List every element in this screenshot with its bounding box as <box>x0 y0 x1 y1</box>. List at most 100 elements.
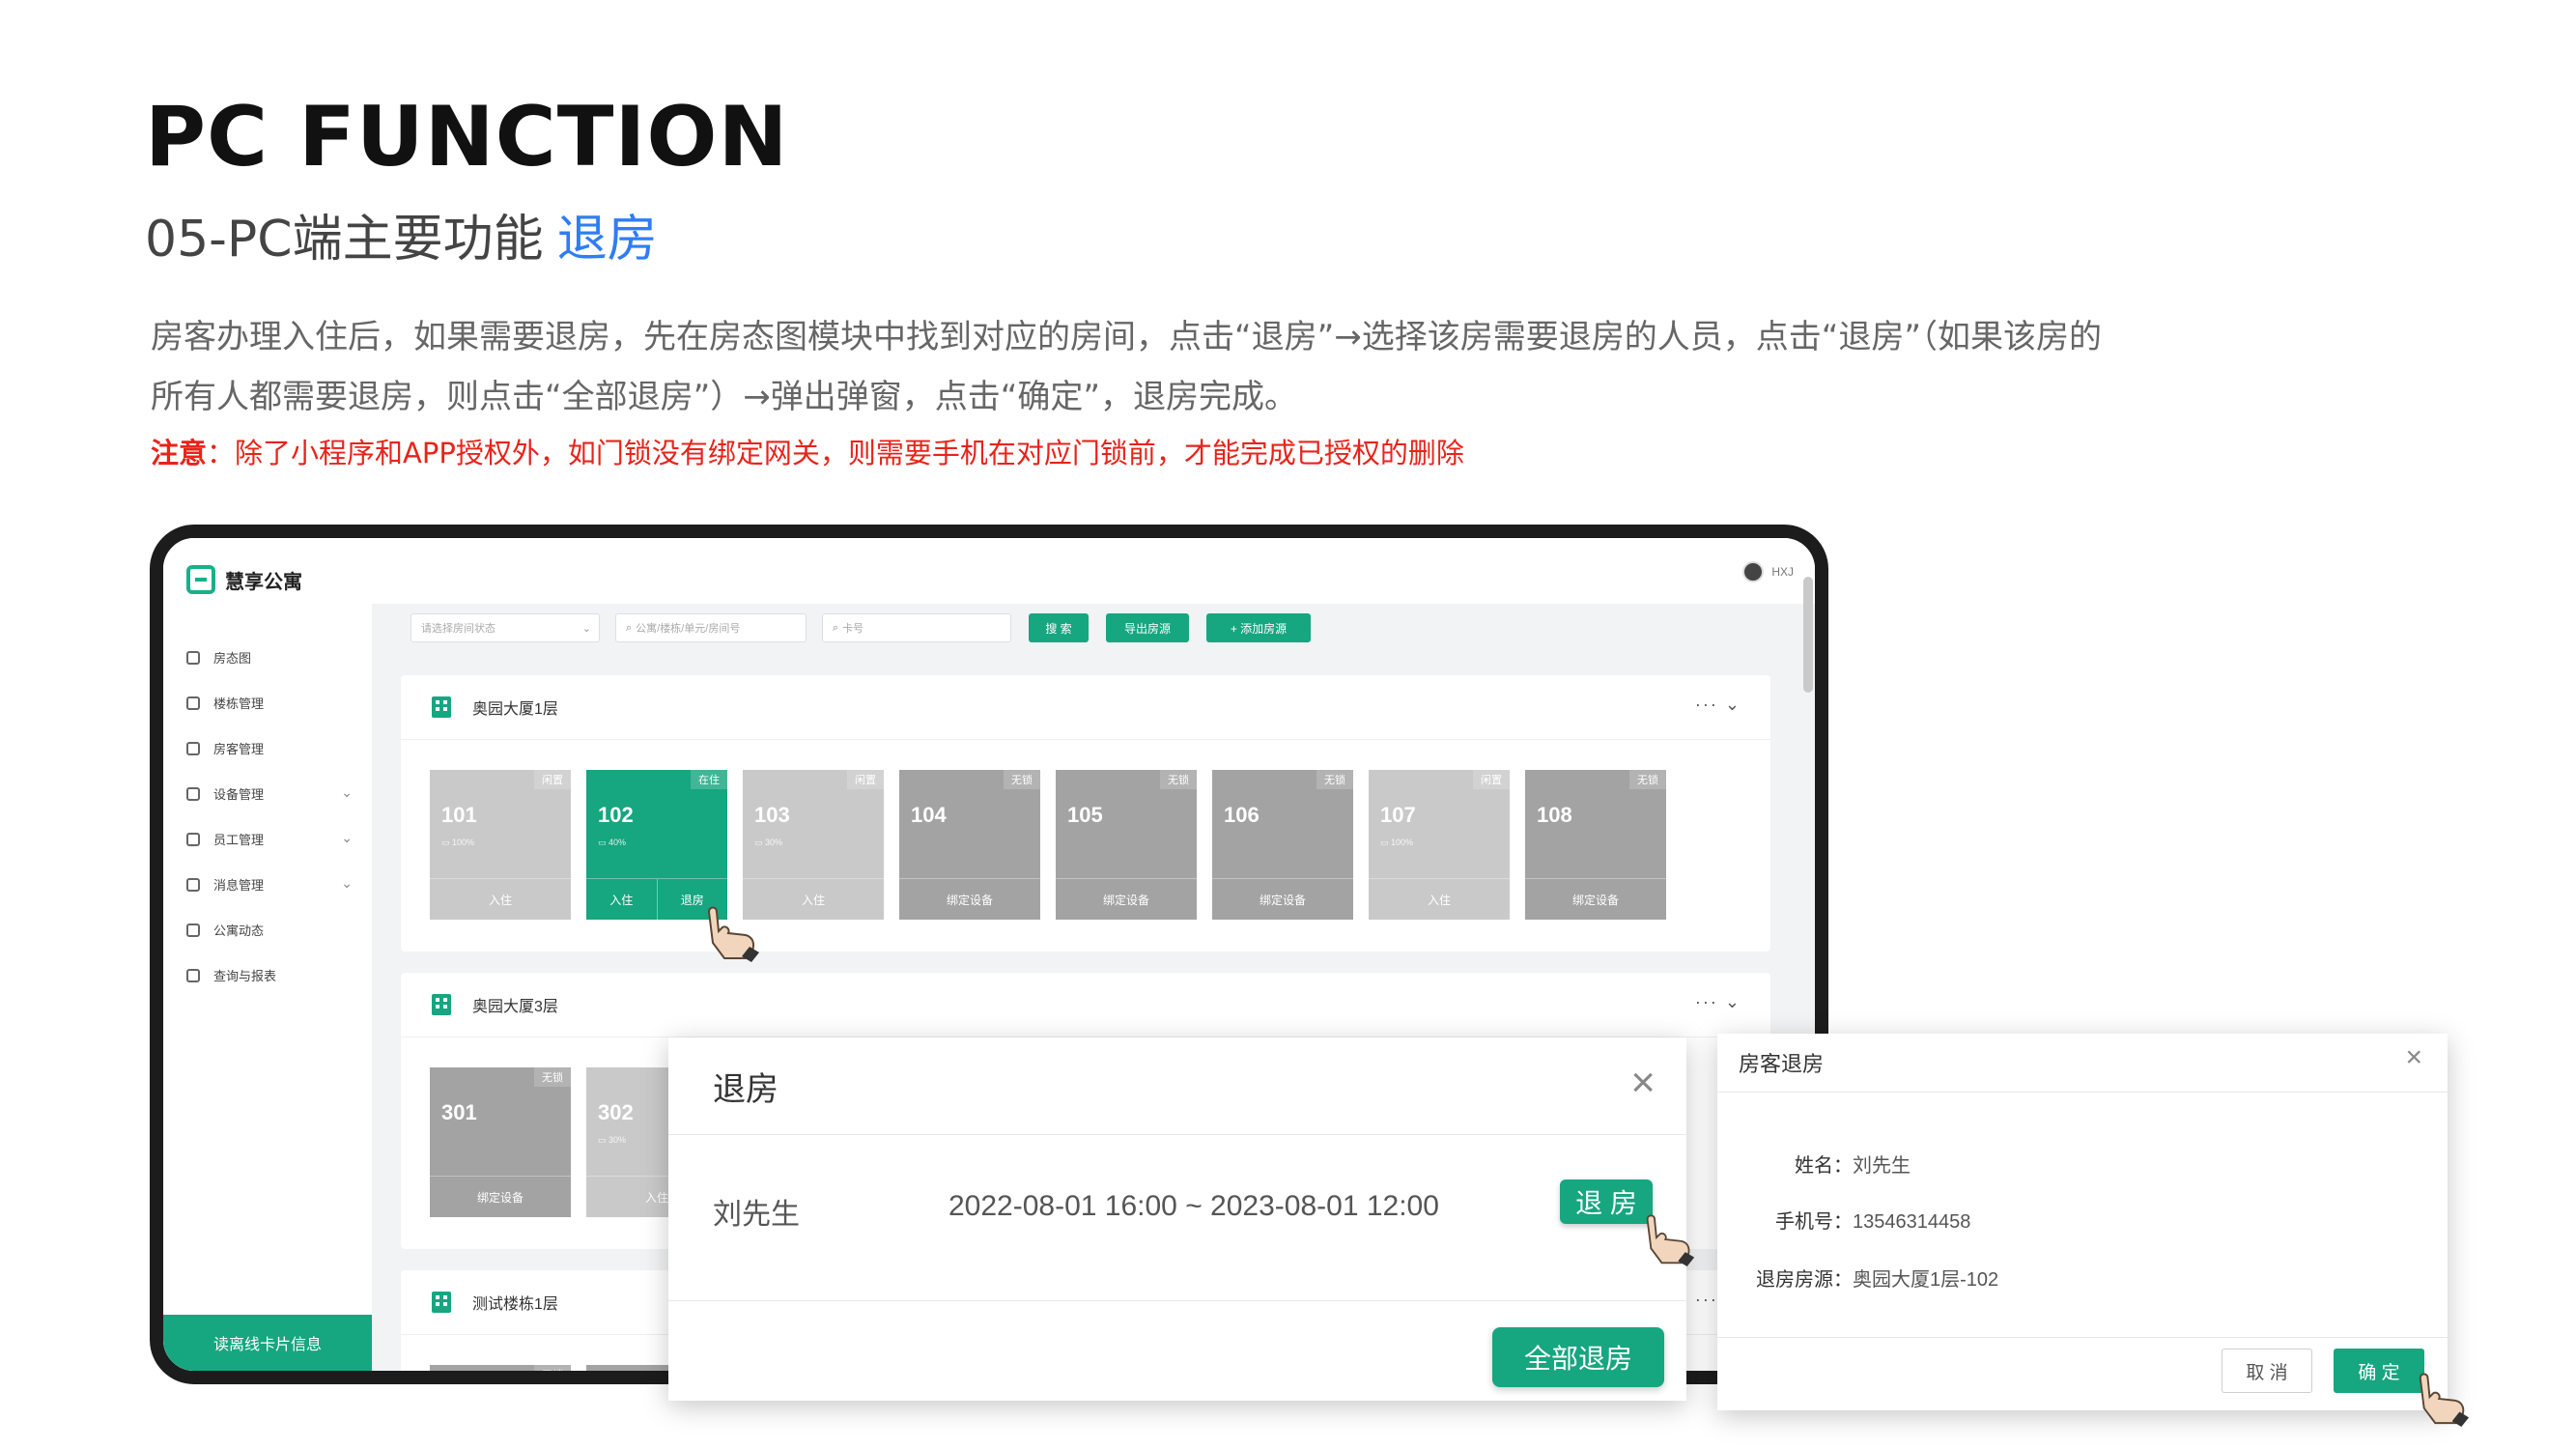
sidebar-item-label: 房态图 <box>213 651 252 666</box>
note: 注意：除了小程序和APP授权外，如门锁没有绑定网关，则需要手机在对应门锁前，才能… <box>151 431 1464 471</box>
battery-icon: ▭ <box>598 1135 609 1145</box>
bind-device-button[interactable]: 绑定设备 <box>1056 879 1197 920</box>
sidebar-item-label: 设备管理 <box>213 787 265 802</box>
checkout-guest-button[interactable]: 退 房 <box>1560 1179 1653 1224</box>
status-placeholder: 请选择房间状态 <box>421 623 495 635</box>
room-status-badge: 无锁 <box>1004 770 1040 789</box>
battery-icon: ▭ <box>598 838 609 847</box>
read-card-button[interactable]: 读离线卡片信息 <box>163 1315 372 1371</box>
sidebar-item[interactable]: 员工管理 ⌄ <box>186 816 360 862</box>
avatar <box>1742 561 1765 582</box>
divider <box>668 1300 1686 1301</box>
floor-title: 测试楼栋1层 <box>472 1296 558 1313</box>
bind-device-button[interactable]: 绑定设备 <box>1212 879 1353 920</box>
battery-level: ▭ 100% <box>441 838 474 848</box>
battery-value: 30% <box>609 1135 627 1145</box>
stay-period: 2022-08-01 16:00 ~ 2023-08-01 12:00 <box>948 1190 1439 1222</box>
room-card[interactable]: 104 无锁 绑定设备 <box>899 770 1040 920</box>
room-status-badge: 无锁 <box>534 1067 571 1087</box>
room-actions: 绑定设备 <box>1056 878 1197 920</box>
status-select[interactable]: 请选择房间状态 ⌄ <box>410 613 600 642</box>
add-room-button[interactable]: + 添加房源 <box>1206 613 1311 642</box>
more-icon[interactable]: ··· ⌄ <box>1695 992 1741 1012</box>
room-card[interactable]: 103 闲置 ▭ 30% 入住 <box>743 770 884 920</box>
room-actions: 入住 <box>743 878 884 920</box>
scrollbar[interactable] <box>1803 577 1813 693</box>
user-name: HXJ <box>1771 565 1794 579</box>
sidebar-item[interactable]: 房客管理 <box>186 725 360 771</box>
sidebar-item[interactable]: 公寓动态 <box>186 907 360 952</box>
bind-device-button[interactable]: 绑定设备 <box>430 1177 571 1217</box>
battery-level: ▭ 100% <box>1380 838 1413 848</box>
app-logo[interactable]: 慧享公寓 <box>186 565 302 594</box>
room-actions: 绑定设备 <box>1212 878 1353 920</box>
guest-name: 刘先生 <box>713 1199 800 1231</box>
chevron-down-icon: ⌄ <box>341 830 353 845</box>
room-card[interactable]: 106 无锁 绑定设备 <box>1212 770 1353 920</box>
bell-icon <box>186 877 200 892</box>
device-icon <box>186 786 200 801</box>
room-card[interactable]: 105 无锁 绑定设备 <box>1056 770 1197 920</box>
phone-value: 13546314458 <box>1853 1211 1971 1233</box>
chevron-down-icon: ⌄ <box>581 622 591 635</box>
room-card[interactable]: 108 无锁 绑定设备 <box>1525 770 1666 920</box>
more-icon[interactable]: ··· ⌄ <box>1695 695 1741 715</box>
battery-value: 100% <box>452 838 475 847</box>
search-icon: ⌕ <box>833 621 839 634</box>
export-button[interactable]: 导出房源 <box>1106 613 1189 642</box>
pointer-hand-icon <box>2419 1373 2470 1427</box>
checkin-button[interactable]: 入住 <box>586 879 657 920</box>
room-number: 107 <box>1380 803 1416 827</box>
battery-level: ▭ 30% <box>598 1135 626 1146</box>
room-number: 101 <box>441 803 477 827</box>
pointer-hand-icon <box>707 906 759 962</box>
room-number: 301 <box>441 1100 477 1124</box>
room-actions: 绑定设备 <box>430 1176 571 1217</box>
sidebar-item[interactable]: 房态图 <box>186 635 360 680</box>
room-card[interactable]: 101 闲置 ▭ 100% 入住 <box>430 770 571 920</box>
room-actions: 绑定设备 <box>1525 878 1666 920</box>
checkin-button[interactable]: 入住 <box>743 879 884 920</box>
building-icon <box>432 1292 451 1313</box>
close-icon[interactable]: × <box>1630 1059 1656 1107</box>
card-input[interactable]: ⌕ 卡号 <box>822 613 1011 642</box>
search-button[interactable]: 搜 索 <box>1029 613 1089 642</box>
sidebar: 慧享公寓 房态图 楼栋管理 房客管理 设备管理 ⌄ 员工管理 ⌄ 消息管理 ⌄ 公寓动态 查询与报表… <box>163 538 372 1371</box>
sidebar-item[interactable]: 楼栋管理 <box>186 680 360 725</box>
sidebar-item[interactable]: 设备管理 ⌄ <box>186 771 360 816</box>
close-icon[interactable]: × <box>2405 1041 2422 1074</box>
note-label: 注意 <box>151 437 208 469</box>
battery-level: ▭ 30% <box>754 838 782 848</box>
room-card[interactable]: 301 无锁绑定设备 <box>430 1067 571 1217</box>
floor-title: 奥园大厦1层 <box>472 701 558 718</box>
checkout-all-button[interactable]: 全部退房 <box>1492 1327 1664 1387</box>
room-number: 302 <box>598 1100 634 1124</box>
chevron-down-icon: ⌄ <box>341 875 353 891</box>
divider <box>668 1134 1686 1135</box>
divider <box>1717 1092 2448 1093</box>
checkin-button[interactable]: 入住 <box>430 879 571 920</box>
confirm-modal: 房客退房 × 姓名：刘先生 手机号：13546314458 退房房源：奥园大厦1… <box>1717 1034 2448 1410</box>
sidebar-item-label: 房客管理 <box>213 742 265 756</box>
confirm-button[interactable]: 确 定 <box>2334 1349 2424 1393</box>
bind-device-button[interactable]: 绑定设备 <box>899 879 1040 920</box>
checkin-button[interactable]: 入住 <box>1369 879 1510 920</box>
room-card[interactable]: 无锁 <box>430 1365 571 1371</box>
sidebar-item-label: 消息管理 <box>213 878 265 893</box>
sidebar-item[interactable]: 消息管理 ⌄ <box>186 862 360 907</box>
sidebar-item[interactable]: 查询与报表 <box>186 952 360 998</box>
building-icon <box>432 994 451 1015</box>
sidebar-menu: 房态图 楼栋管理 房客管理 设备管理 ⌄ 员工管理 ⌄ 消息管理 ⌄ 公寓动态 查询与报表 <box>186 635 360 998</box>
room-number: 102 <box>598 803 634 827</box>
phone-label: 手机号： <box>1775 1211 1853 1233</box>
checkout-modal-title: 退房 <box>713 1071 778 1108</box>
checkout-modal: 退房 × 刘先生 2022-08-01 16:00 ~ 2023-08-01 1… <box>668 1037 1686 1401</box>
user-menu[interactable]: HXJ <box>1742 561 1794 582</box>
search-input[interactable]: ⌕ 公寓/楼栋/单元/房间号 <box>615 613 807 642</box>
logo-icon <box>186 565 215 594</box>
bind-device-button[interactable]: 绑定设备 <box>1525 879 1666 920</box>
battery-value: 30% <box>765 838 783 847</box>
room-card[interactable]: 102 在住 ▭ 40% 入住 退房 <box>586 770 727 920</box>
cancel-button[interactable]: 取 消 <box>2222 1349 2312 1393</box>
room-card[interactable]: 107 闲置 ▭ 100% 入住 <box>1369 770 1510 920</box>
